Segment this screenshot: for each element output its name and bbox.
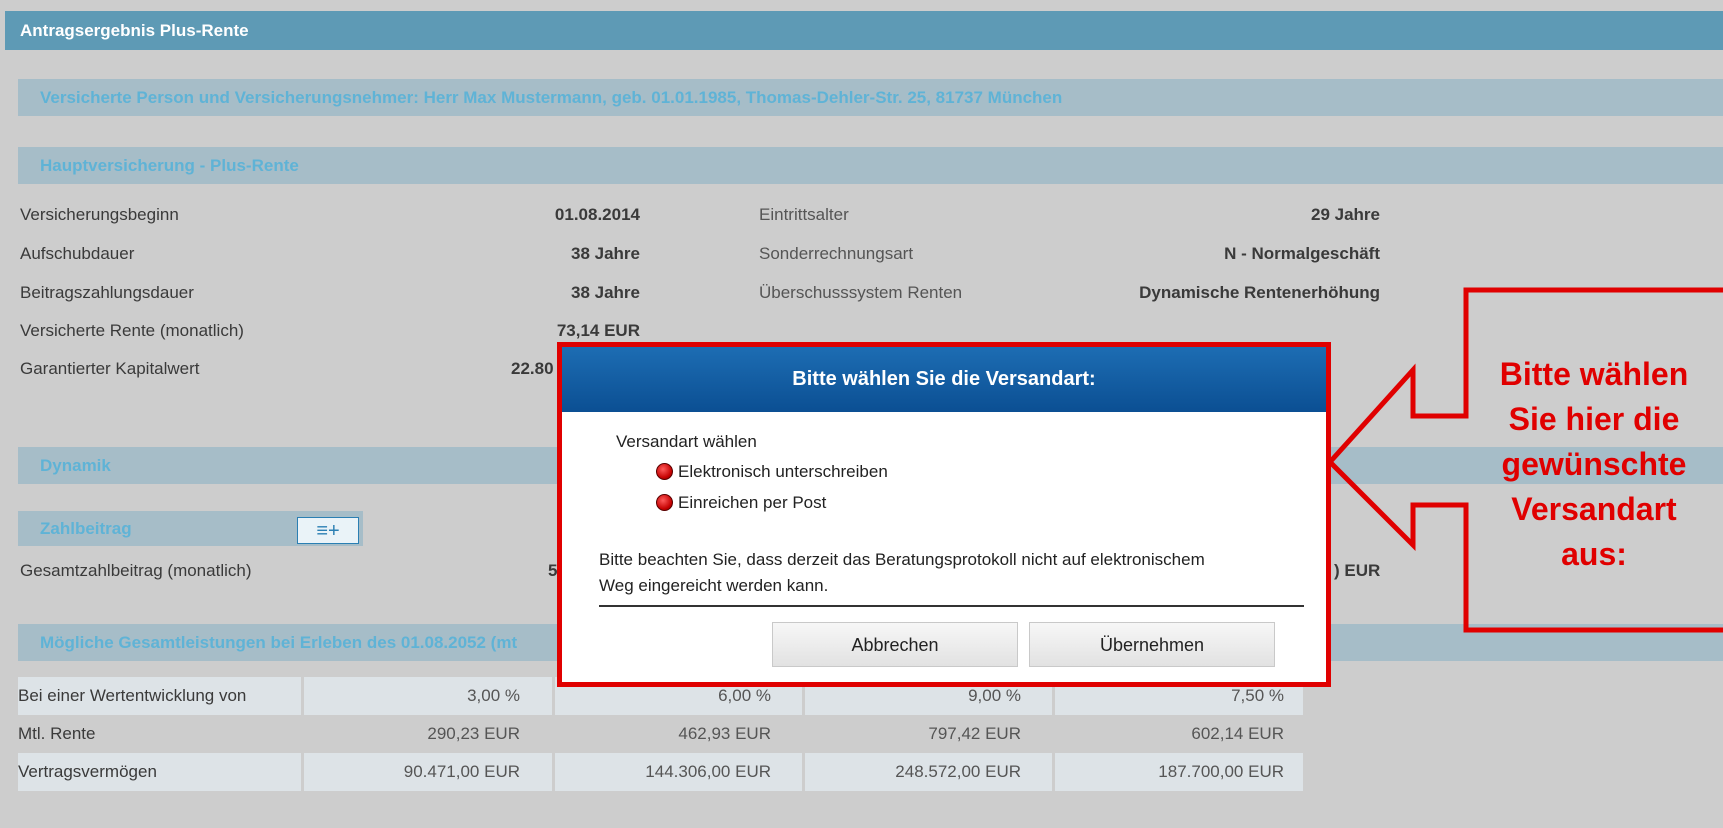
- value-gesamtzahlbeitrag-right: ) EUR: [1334, 561, 1381, 580]
- cancel-button[interactable]: Abbrechen: [772, 622, 1018, 667]
- table-cell: 187.700,00 EUR: [1158, 762, 1284, 781]
- label-beitragszahlungsdauer: Beitragszahlungsdauer: [20, 283, 194, 302]
- value-versicherte-rente: 73,14 EUR: [556, 321, 640, 340]
- callout-line: Bitte wählen: [1499, 356, 1689, 392]
- value-versicherungsbeginn: 01.08.2014: [554, 205, 640, 224]
- label-aufschubdauer: Aufschubdauer: [20, 244, 135, 263]
- expand-list-button[interactable]: ≡+: [297, 517, 359, 544]
- value-ueberschusssystem: Dynamische Rentenerhöhung: [1139, 283, 1380, 302]
- cancel-button-label: Abbrechen: [851, 635, 939, 655]
- label-gesamtzahlbeitrag: Gesamtzahlbeitrag (monatlich): [20, 561, 252, 580]
- versandart-dialog: Bitte wählen Sie die Versandart: Versand…: [557, 342, 1331, 687]
- radio-label-post: Einreichen per Post: [678, 493, 827, 512]
- callout-line: Versandart: [1511, 491, 1677, 527]
- table-cell: 462,93 EUR: [678, 724, 771, 743]
- section-hauptversicherung-title: Hauptversicherung - Plus-Rente: [40, 156, 299, 175]
- table-row: Mtl. Rente 290,23 EUR 462,93 EUR 797,42 …: [18, 715, 1303, 753]
- table-cell: 602,14 EUR: [1191, 724, 1284, 743]
- label-versicherungsbeginn: Versicherungsbeginn: [20, 205, 179, 224]
- value-eintrittsalter: 29 Jahre: [1311, 205, 1380, 224]
- dialog-note-line1: Bitte beachten Sie, dass derzeit das Ber…: [599, 550, 1205, 569]
- dialog-title: Bitte wählen Sie die Versandart:: [792, 368, 1096, 390]
- table-cell: 3,00 %: [467, 686, 520, 705]
- value-aufschubdauer: 38 Jahre: [571, 244, 640, 263]
- value-garantierter-kapitalwert: 22.80: [511, 359, 554, 378]
- label-versicherte-rente: Versicherte Rente (monatlich): [20, 321, 244, 340]
- callout-line: gewünschte: [1501, 446, 1687, 482]
- radio-button-icon[interactable]: [656, 494, 673, 511]
- radio-option-elektronisch[interactable]: Elektronisch unterschreiben: [656, 460, 956, 484]
- section-hauptversicherung: Hauptversicherung - Plus-Rente: [18, 147, 1723, 184]
- label-sonderrechnungsart: Sonderrechnungsart: [759, 244, 914, 263]
- row-label-mtl-rente: Mtl. Rente: [18, 724, 96, 743]
- section-gesamtleistungen-title: Mögliche Gesamtleistungen bei Erleben de…: [40, 633, 518, 652]
- insured-person-bar: Versicherte Person und Versicherungsnehm…: [18, 79, 1723, 116]
- table-cell: 248.572,00 EUR: [895, 762, 1021, 781]
- dialog-note-line2: Weg eingereicht werden kann.: [599, 576, 829, 595]
- dialog-divider: [599, 605, 1304, 607]
- section-dynamik-title: Dynamik: [40, 456, 111, 475]
- insured-person-text: Versicherte Person und Versicherungsnehm…: [40, 88, 1063, 107]
- label-ueberschusssystem: Überschusssystem Renten: [759, 283, 963, 302]
- label-garantierter-kapitalwert: Garantierter Kapitalwert: [20, 359, 200, 378]
- row-label-wertentwicklung: Bei einer Wertentwicklung von: [18, 686, 247, 705]
- accept-button-label: Übernehmen: [1099, 635, 1205, 655]
- value-beitragszahlungsdauer: 38 Jahre: [571, 283, 640, 302]
- callout-line: aus:: [1561, 536, 1627, 572]
- accept-button[interactable]: Übernehmen: [1029, 622, 1275, 667]
- callout-text: Bitte wählen Sie hier die gewünschte Ver…: [1470, 352, 1718, 577]
- table-cell: 144.306,00 EUR: [645, 762, 771, 781]
- row-label-vertragsvermoegen: Vertragsvermögen: [18, 762, 157, 781]
- value-sonderrechnungsart: N - Normalgeschäft: [1224, 244, 1380, 263]
- radio-button-icon[interactable]: [656, 463, 673, 480]
- table-row: Vertragsvermögen 90.471,00 EUR 144.306,0…: [18, 753, 1303, 791]
- section-zahlbeitrag-title: Zahlbeitrag: [40, 519, 132, 538]
- dialog-header: Bitte wählen Sie die Versandart:: [562, 347, 1326, 412]
- versandart-group-label: Versandart wählen: [616, 432, 757, 451]
- label-eintrittsalter: Eintrittsalter: [759, 205, 849, 224]
- dialog-body: Versandart wählen Elektronisch unterschr…: [562, 412, 1326, 682]
- list-add-icon: ≡+: [316, 520, 340, 542]
- callout-line: Sie hier die: [1508, 401, 1680, 437]
- radio-option-post[interactable]: Einreichen per Post: [656, 491, 956, 515]
- table-cell: 797,42 EUR: [928, 724, 1021, 743]
- radio-label-elektronisch: Elektronisch unterschreiben: [678, 462, 888, 481]
- page-title-bar: Antragsergebnis Plus-Rente: [5, 11, 1723, 50]
- table-cell: 290,23 EUR: [427, 724, 520, 743]
- page-title: Antragsergebnis Plus-Rente: [20, 21, 249, 40]
- table-cell: 90.471,00 EUR: [403, 762, 520, 781]
